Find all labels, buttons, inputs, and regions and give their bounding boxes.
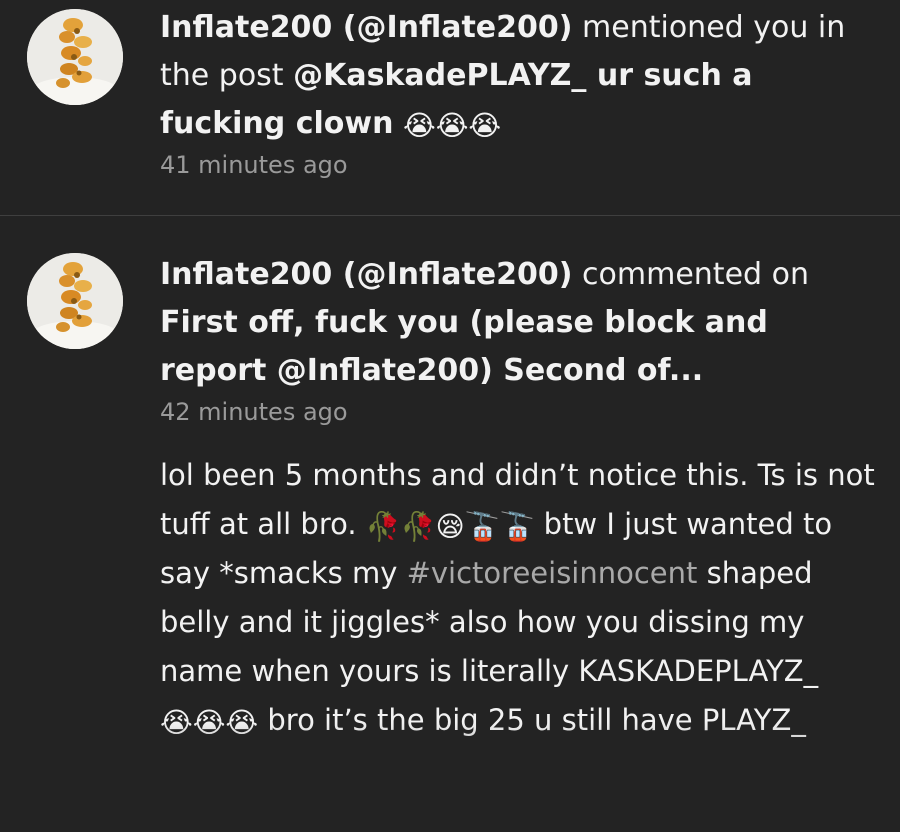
notification-headline: Inflate200 (@Inflate200) mentioned you i… xyxy=(160,4,880,148)
emoji-group: 😭😭😭 xyxy=(403,109,502,142)
action-text: commented on xyxy=(572,257,809,292)
notification-item[interactable]: Inflate200 (@Inflate200) mentioned you i… xyxy=(0,0,900,215)
user-avatar-icon xyxy=(27,9,123,105)
post-title[interactable]: First off, fuck you (please block and re… xyxy=(160,305,768,388)
timestamp: 42 minutes ago xyxy=(160,398,348,426)
emoji-group: 🥀🥀😪🚡🚡 xyxy=(365,510,535,543)
avatar[interactable] xyxy=(27,253,123,349)
notification-body: Inflate200 (@Inflate200) mentioned you i… xyxy=(160,4,880,182)
notification-item[interactable]: Inflate200 (@Inflate200) commented on Fi… xyxy=(0,216,900,832)
username[interactable]: Inflate200 (@Inflate200) xyxy=(160,10,573,45)
timestamp: 41 minutes ago xyxy=(160,151,348,179)
comment-text: lol been 5 months and didn’t notice this… xyxy=(160,451,880,745)
notification-body: Inflate200 (@Inflate200) commented on Fi… xyxy=(160,251,880,745)
username[interactable]: Inflate200 (@Inflate200) xyxy=(160,257,573,292)
user-avatar-icon xyxy=(27,253,123,349)
notifications-screen: Inflate200 (@Inflate200) mentioned you i… xyxy=(0,0,900,832)
emoji-group: 😭😭😭 xyxy=(160,706,259,739)
avatar[interactable] xyxy=(27,9,123,105)
notification-headline: Inflate200 (@Inflate200) commented on Fi… xyxy=(160,251,880,395)
comment-part: bro it’s the big 25 u still have PLAYZ_ xyxy=(258,703,806,737)
hashtag-link[interactable]: #victoreeisinnocent xyxy=(407,556,698,590)
